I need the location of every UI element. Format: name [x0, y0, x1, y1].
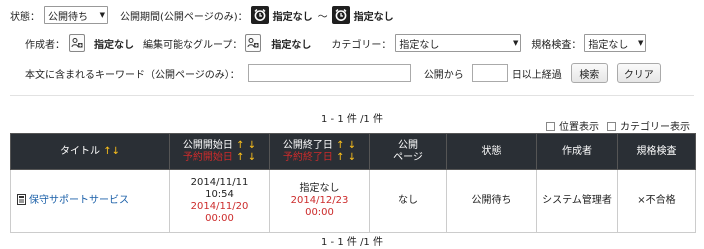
- position-display-checkbox[interactable]: [546, 122, 555, 131]
- table-row: 保守サポートサービス 2014/11/11 10:54 2014/11/20 0…: [10, 169, 696, 233]
- reserve-end-date: 2014/12/23: [290, 195, 349, 206]
- category-display-label: カテゴリー表示: [620, 122, 690, 133]
- col-public-page: 公開 ページ: [369, 133, 447, 170]
- start-time: 10:54: [205, 189, 234, 200]
- keyword-input[interactable]: [247, 64, 411, 82]
- cell-title: 保守サポートサービス: [10, 169, 170, 233]
- reserve-start-time: 00:00: [205, 213, 234, 224]
- category-label: カテゴリー：: [331, 39, 392, 51]
- period-separator: ～: [317, 11, 328, 23]
- start-date: 2014/11/11: [190, 177, 249, 188]
- display-options: 位置表示 カテゴリー表示: [546, 118, 690, 133]
- col-title[interactable]: タイトル ↑↓: [10, 133, 170, 170]
- filter-row-3: 本文に含まれるキーワード（公開ページのみ）： 公開から 日以上経過 検索 クリア: [25, 63, 661, 83]
- sort-desc-icon[interactable]: ↓: [348, 152, 356, 163]
- clear-button[interactable]: クリア: [616, 63, 661, 83]
- col-reserve-end-label: 予約終了日: [282, 151, 333, 163]
- spec-select[interactable]: 指定なし ▼: [584, 34, 647, 52]
- group-label: 編集可能なグループ：: [143, 39, 243, 51]
- cell-status: 公開待ち: [446, 169, 537, 233]
- col-end-label: 公開終了日: [282, 139, 333, 151]
- cell-creator: システム管理者: [536, 169, 618, 233]
- col-start-label: 公開開始日: [182, 139, 233, 151]
- days-suffix: 日以上経過: [511, 69, 562, 81]
- cell-spec: ×不合格: [617, 169, 696, 233]
- alarm-clock-icon[interactable]: [250, 6, 269, 24]
- col-end[interactable]: 公開終了日 ↑ ↓ 予約終了日 ↑ ↓: [269, 133, 370, 170]
- keyword-label: 本文に含まれるキーワード（公開ページのみ）：: [25, 69, 240, 81]
- creator-label: 作成者：: [25, 39, 65, 51]
- search-button[interactable]: 検索: [570, 63, 608, 83]
- col-title-label: タイトル: [60, 145, 101, 157]
- filter-row-1: 状態： 公開待ち ▼ 公開期間(公開ページのみ)： 指定なし ～ 指定なし: [10, 6, 394, 24]
- sort-asc-icon[interactable]: ↑: [336, 152, 344, 163]
- status-select[interactable]: 公開待ち ▼: [44, 6, 108, 24]
- cell-public-page: なし: [369, 169, 447, 233]
- period-from-value: 指定なし: [272, 11, 313, 23]
- cell-start: 2014/11/11 10:54 2014/11/20 00:00: [169, 169, 270, 233]
- col-reserve-start-label: 予約開始日: [182, 151, 233, 163]
- category-display-option[interactable]: カテゴリー表示: [607, 118, 690, 133]
- status-label: 状態：: [10, 11, 40, 23]
- cell-end: 指定なし 2014/12/23 00:00: [269, 169, 370, 233]
- group-add-icon[interactable]: [245, 34, 262, 52]
- period-label: 公開期間(公開ページのみ)：: [120, 11, 248, 23]
- spec-label: 規格検査：: [531, 39, 582, 51]
- col-start[interactable]: 公開開始日 ↑ ↓ 予約開始日 ↑ ↓: [169, 133, 270, 170]
- col-spec: 規格検査: [617, 133, 696, 170]
- col-status: 状態: [446, 133, 537, 170]
- page-icon: [17, 193, 26, 209]
- spec-select-value: 指定なし: [588, 39, 629, 51]
- chevron-down-icon: ▼: [638, 39, 644, 47]
- position-display-label: 位置表示: [559, 122, 599, 133]
- page-title-link[interactable]: 保守サポートサービス: [29, 195, 129, 206]
- group-value: 指定なし: [271, 39, 312, 51]
- alarm-clock-icon[interactable]: [331, 6, 350, 24]
- sort-desc-icon[interactable]: ↓: [348, 140, 356, 151]
- col-public-page-label-1: 公開: [398, 139, 418, 151]
- reserve-start-date: 2014/11/20: [190, 201, 249, 212]
- category-display-checkbox[interactable]: [607, 122, 616, 131]
- sort-asc-icon[interactable]: ↑: [336, 140, 344, 151]
- period-to-value: 指定なし: [353, 11, 394, 23]
- status-select-value: 公開待ち: [48, 11, 88, 23]
- days-input[interactable]: [471, 64, 508, 82]
- chevron-down-icon: ▼: [99, 11, 105, 19]
- reserve-end-time: 00:00: [305, 207, 334, 218]
- since-label: 公開から: [423, 69, 464, 81]
- col-creator: 作成者: [536, 133, 618, 170]
- sort-asc-icon[interactable]: ↑: [236, 152, 244, 163]
- creator-value: 指定なし: [94, 39, 134, 51]
- sort-asc-icon[interactable]: ↑: [103, 146, 111, 157]
- sort-desc-icon[interactable]: ↓: [112, 146, 120, 157]
- sort-desc-icon[interactable]: ↓: [248, 140, 256, 151]
- category-select[interactable]: 指定なし ▼: [395, 34, 522, 52]
- category-select-value: 指定なし: [399, 39, 440, 51]
- user-add-icon[interactable]: [69, 34, 85, 52]
- sort-desc-icon[interactable]: ↓: [248, 152, 256, 163]
- end-value: 指定なし: [299, 183, 340, 194]
- divider: [10, 95, 694, 96]
- col-public-page-label-2: ページ: [393, 151, 423, 163]
- position-display-option[interactable]: 位置表示: [546, 118, 599, 133]
- page-list-table: タイトル ↑↓ 公開開始日 ↑ ↓ 予約開始日 ↑ ↓ 公開終了日 ↑ ↓ 予約…: [10, 133, 696, 233]
- sort-asc-icon[interactable]: ↑: [236, 140, 244, 151]
- pager-bottom: 1 - 1 件 /1 件: [321, 237, 383, 248]
- filter-row-2: 作成者： 指定なし 編集可能なグループ： 指定なし カテゴリー： 指定なし ▼ …: [25, 34, 647, 52]
- chevron-down-icon: ▼: [513, 39, 519, 47]
- table-header-row: タイトル ↑↓ 公開開始日 ↑ ↓ 予約開始日 ↑ ↓ 公開終了日 ↑ ↓ 予約…: [10, 133, 696, 170]
